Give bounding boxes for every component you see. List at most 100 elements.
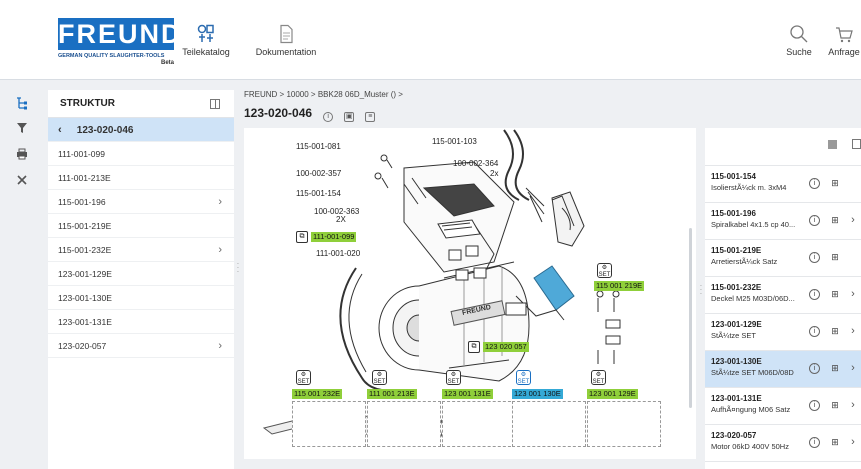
info-icon[interactable]: i [809,400,820,411]
copy-icon[interactable]: ⧉ [296,231,308,243]
chevron-right-icon[interactable]: › [847,288,859,300]
chevron-right-icon[interactable]: › [847,362,859,374]
part-row[interactable]: 123-001-130E StÃ¼tze SET M06D/08D i ⊞ › [705,351,861,388]
chevron-right-icon[interactable]: › [847,325,859,337]
collapse-panel-icon[interactable] [852,139,861,149]
part-row[interactable]: 115-001-196 Spiralkabel 4x1.5 cp 40... i ⊞ › [705,203,861,240]
print-icon[interactable] [14,148,30,164]
chevron-right-icon[interactable]: › [847,436,859,448]
nav-suche[interactable]: Suche [782,24,816,57]
tree-item-label: 123-001-131E [58,317,112,327]
tree-icon[interactable] [14,96,30,112]
add-to-cart-icon[interactable]: ⊞ [829,437,841,448]
callout-note: 2X [336,215,346,224]
chevron-right-icon[interactable]: › [847,399,859,411]
tree-current-node[interactable]: ‹ 123-020-046 [48,118,234,142]
part-thumbnail[interactable] [367,401,441,447]
tree-list: 111-001-099 111-001-213E 115-001-196 › 115-0… [48,142,234,358]
chevron-right-icon[interactable]: › [218,190,222,214]
set-icon[interactable]: ⚙ SET [296,370,311,385]
nav-dokumentation[interactable]: Dokumentation [254,24,318,57]
tree-item[interactable]: 123-001-131E [48,310,234,334]
part-description: Spiralkabel 4x1.5 cp 40... [711,220,796,229]
back-chevron-icon[interactable]: ‹ [58,118,74,142]
copy-icon[interactable]: ⧉ [468,341,480,353]
tree-item[interactable]: 123-001-130E [48,286,234,310]
list-view-icon[interactable]: ≡ [365,112,376,122]
callout-label[interactable]: 100-002-357 [296,169,341,178]
add-to-cart-icon[interactable]: ⊞ [829,289,841,300]
callout-label[interactable]: 115-001-081 [296,142,341,151]
collapse-panel-icon[interactable] [210,99,220,109]
tree-item[interactable]: 111-001-213E [48,166,234,190]
part-thumbnail[interactable] [512,401,586,447]
highlight-label[interactable]: 115 001 219E [594,281,645,291]
tools-icon[interactable] [14,174,30,190]
highlight-label[interactable]: 111 001 213E [367,389,417,399]
add-to-cart-icon[interactable]: ⊞ [829,363,841,374]
part-thumbnail[interactable] [292,401,366,447]
freund-logo[interactable]: FREUND GERMAN QUALITY SLAUGHTER-TOOLS Be… [58,18,181,66]
document-icon [280,24,293,44]
info-icon[interactable]: i [323,112,334,122]
part-row[interactable]: 123-001-131E AufhÃ¤ngung M06 Satz i ⊞ › [705,388,861,425]
part-row[interactable]: 115-001-154 IsolierstÃ¼ck m. 3xM4 i ⊞ [705,166,861,203]
set-icon[interactable]: ⚙ SET [597,263,612,278]
add-to-cart-icon[interactable]: ⊞ [829,178,841,189]
tree-item[interactable]: 123-020-057 › [48,334,234,358]
tree-item[interactable]: 123-001-129E [48,262,234,286]
callout-label[interactable]: 115-001-103 [432,137,477,146]
info-icon[interactable]: i [809,326,820,337]
add-to-cart-icon[interactable]: ⊞ [829,252,841,263]
part-row[interactable]: 123-020-057 Motor 06kD 400V 50Hz i ⊞ › [705,425,861,462]
part-thumbnail[interactable] [587,401,661,447]
set-icon[interactable]: ⚙ SET [516,370,531,385]
part-row[interactable]: 115-001-219E ArretierstÃ¼ck Satz i ⊞ [705,240,861,277]
tree-item[interactable]: 111-001-099 [48,142,234,166]
tree-item-label: 115-001-196 [58,197,106,207]
structure-header: STRUKTUR [48,90,234,118]
tree-item[interactable]: 115-001-219E [48,214,234,238]
info-icon[interactable]: i [809,289,820,300]
callout-label[interactable]: 100-002-364 [453,159,498,168]
tree-item[interactable]: 115-001-232E › [48,238,234,262]
exploded-view-diagram[interactable]: 115-001-081 115-001-103 100-002-357 100-… [244,128,696,459]
add-to-cart-icon[interactable]: ⊞ [829,326,841,337]
grid-view-icon[interactable] [828,140,837,149]
tree-item-label: 123-001-129E [58,269,112,279]
highlight-label[interactable]: 123 001 131E [442,389,493,399]
callout-label[interactable]: 111-001-020 [316,249,360,258]
add-to-cart-icon[interactable]: ⊞ [829,215,841,226]
nav-teilekatalog[interactable]: Teilekatalog [176,24,236,57]
chevron-right-icon[interactable]: › [218,334,222,358]
structure-heading: STRUKTUR [60,98,115,109]
part-row[interactable]: 115-001-232E Deckel M25 M03D/06D... i ⊞ › [705,277,861,314]
info-icon[interactable]: i [809,215,820,226]
tree-item[interactable]: 115-001-196 › [48,190,234,214]
breadcrumb[interactable]: FREUND > 10000 > BBK28 06D_Muster () > [244,90,403,99]
set-icon[interactable]: ⚙ SET [591,370,606,385]
nav-anfrage[interactable]: Anfrage [824,24,861,57]
chevron-right-icon[interactable]: › [847,214,859,226]
set-icon[interactable]: ⚙ SET [372,370,387,385]
callout-label[interactable]: 115-001-154 [296,189,341,198]
chevron-right-icon[interactable]: › [218,238,222,262]
set-icon[interactable]: ⚙ SET [446,370,461,385]
diagram-scrollbar[interactable] [689,228,692,408]
info-icon[interactable]: i [809,363,820,374]
filter-icon[interactable] [14,122,30,138]
splitter-handle-left[interactable]: · · · [236,260,240,276]
highlight-label[interactable]: 123 001 129E [587,389,638,399]
image-view-icon[interactable]: ▣ [344,112,355,122]
info-icon[interactable]: i [809,178,820,189]
highlight-label[interactable]: 115 001 232E [292,389,343,399]
highlight-label[interactable]: 123 020 057 [483,342,529,352]
part-thumbnail[interactable] [442,401,516,447]
info-icon[interactable]: i [809,252,820,263]
info-icon[interactable]: i [809,437,820,448]
add-to-cart-icon[interactable]: ⊞ [829,400,841,411]
part-row[interactable]: 123-001-129E StÃ¼tze SET i ⊞ › [705,314,861,351]
highlight-label[interactable]: 111-001-099 [311,232,357,242]
highlight-label-selected[interactable]: 123 001 130E [512,389,563,399]
splitter-handle-right[interactable]: · · · [699,282,703,298]
